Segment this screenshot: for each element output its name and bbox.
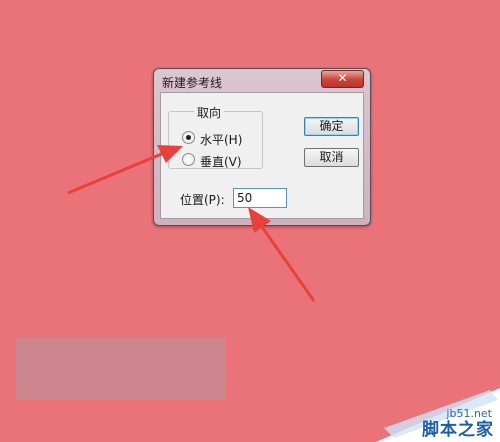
watermark: jb51.net 脚本之家 — [370, 370, 500, 442]
position-input[interactable]: 50 — [233, 188, 287, 208]
close-icon: ✕ — [337, 71, 348, 85]
blurred-region — [16, 338, 226, 400]
dialog-body: 取向 水平(H) 垂直(V) 确定 取消 位置(P): 50 — [160, 92, 364, 219]
new-guide-dialog: 新建参考线 ✕ 取向 水平(H) 垂直(V) 确定 取消 位置(P): 50 — [153, 68, 371, 226]
orientation-legend: 取向 — [194, 104, 225, 121]
radio-label-vertical: 垂直(V) — [200, 155, 242, 169]
ok-button[interactable]: 确定 — [304, 117, 359, 136]
radio-button-horizontal[interactable] — [182, 131, 195, 144]
close-button[interactable]: ✕ — [321, 70, 364, 88]
dialog-titlebar[interactable]: 新建参考线 ✕ — [154, 69, 370, 92]
watermark-brand: 脚本之家 — [422, 420, 494, 440]
position-label: 位置(P): — [180, 193, 225, 207]
radio-button-vertical[interactable] — [182, 153, 195, 166]
dialog-title: 新建参考线 — [162, 76, 223, 90]
radio-label-horizontal: 水平(H) — [200, 133, 243, 147]
cancel-button[interactable]: 取消 — [304, 148, 359, 167]
radio-selected-dot — [186, 135, 191, 140]
